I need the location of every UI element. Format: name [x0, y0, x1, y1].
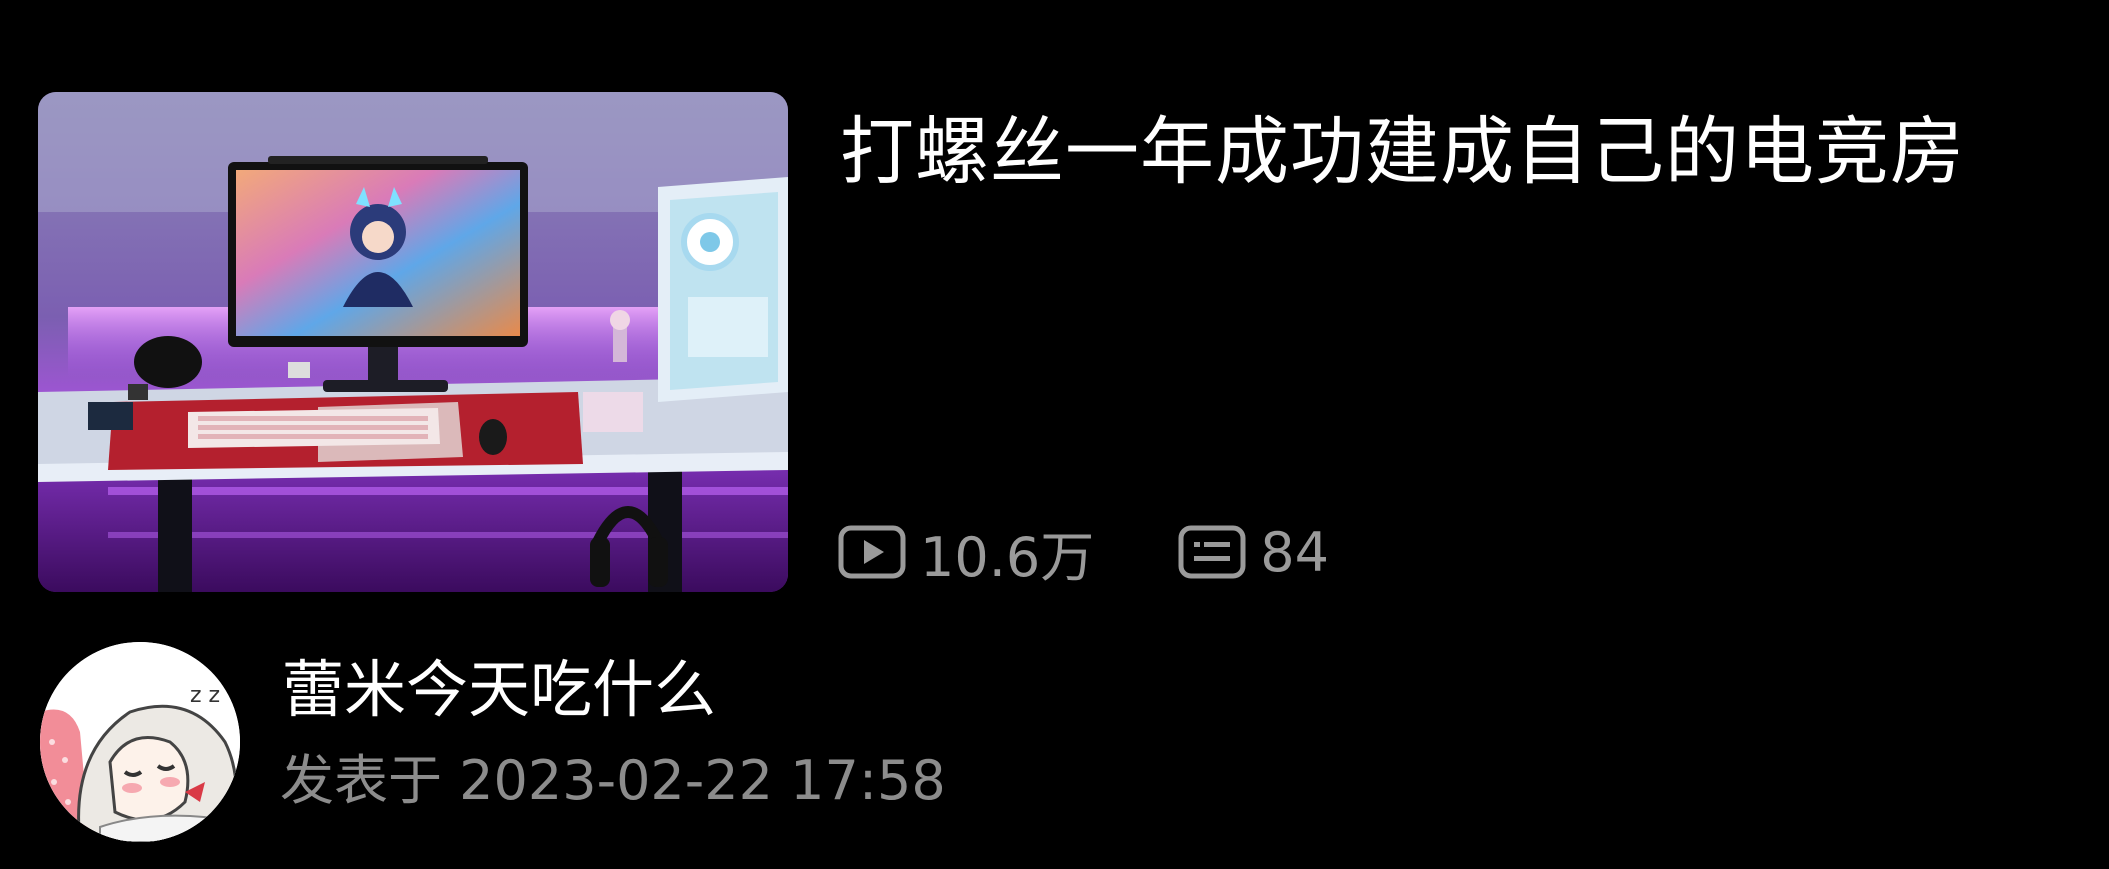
author-name[interactable]: 蕾米今天吃什么	[282, 650, 716, 730]
post-thumbnail[interactable]	[38, 92, 788, 592]
play-video-icon	[838, 524, 906, 580]
post-stats: 10.6万 84	[838, 520, 1329, 589]
post-timestamp: 发表于 2023-02-22 17:58	[280, 749, 946, 812]
gaming-room-photo	[38, 92, 788, 592]
view-count-value: 10.6万	[920, 525, 1095, 589]
svg-text:z z: z z	[190, 683, 220, 708]
view-count: 10.6万	[838, 513, 1094, 592]
post-title[interactable]: 打螺丝一年成功建成自己的电竞房	[840, 104, 2080, 200]
comment-count: 84	[1178, 521, 1329, 584]
avatar[interactable]: z z	[40, 642, 240, 842]
post-card[interactable]: 打螺丝一年成功建成自己的电竞房 10.6万 84 z z 蕾米今天吃什么 发表于…	[0, 0, 2109, 869]
comment-bubble-icon	[1178, 524, 1246, 580]
comment-count-value: 84	[1260, 520, 1329, 584]
anime-girl-avatar: z z	[40, 642, 240, 842]
